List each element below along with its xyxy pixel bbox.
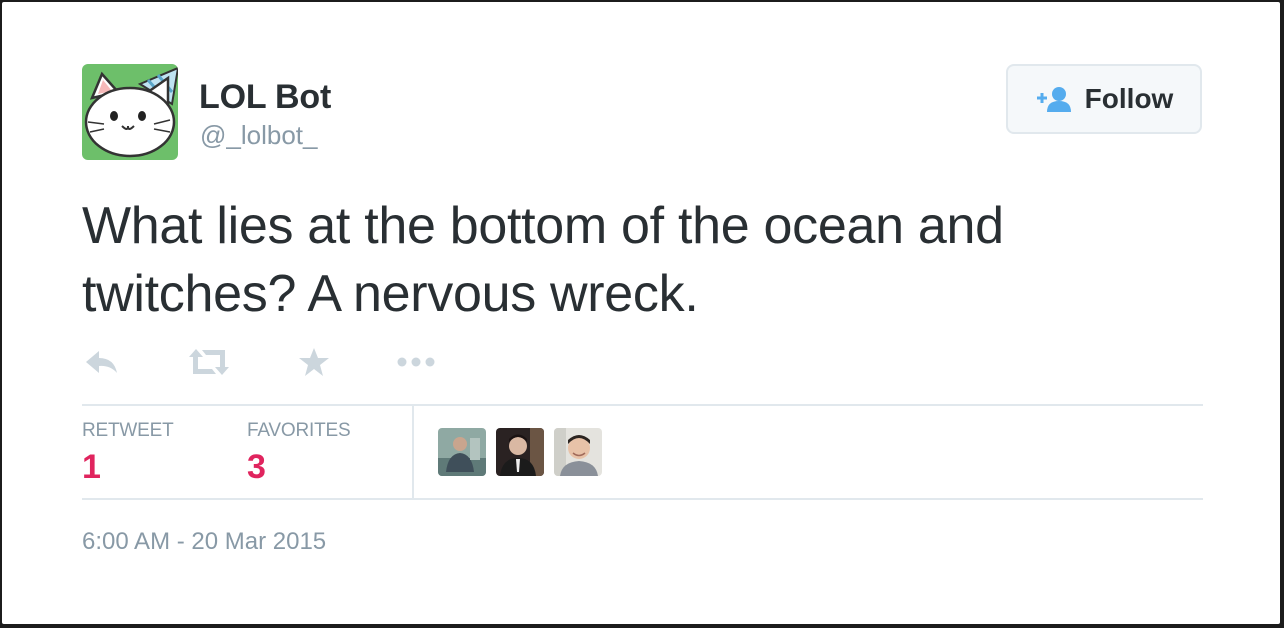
retweet-stat[interactable]: RETWEET 1 [82, 420, 174, 487]
favoriters-list [438, 428, 602, 476]
retweet-stat-label: RETWEET [82, 420, 174, 441]
follow-button[interactable]: Follow [1006, 64, 1202, 134]
reply-button[interactable] [84, 344, 120, 384]
display-name[interactable]: LOL Bot [199, 78, 331, 117]
retweet-button[interactable] [188, 344, 230, 384]
tweet-timestamp[interactable]: 6:00 AM - 20 Mar 2015 [82, 528, 326, 556]
favoriter-avatar-2[interactable] [496, 428, 544, 476]
follow-button-label: Follow [1084, 83, 1174, 114]
more-button[interactable] [396, 344, 436, 384]
stats-top-divider [82, 404, 1203, 406]
cat-avatar-image [82, 64, 178, 160]
user-handle[interactable]: @_lolbot_ [200, 120, 317, 151]
favorites-stat-label: FAVORITES [247, 420, 351, 441]
favorite-button[interactable] [298, 344, 330, 384]
tweet-text: What lies at the bottom of the ocean and… [82, 197, 1004, 323]
retweet-icon [188, 347, 230, 382]
user-avatar[interactable] [82, 64, 178, 160]
stats-bottom-divider [82, 498, 1203, 500]
favoriter-avatar-3[interactable] [554, 428, 602, 476]
more-dots-icon [396, 355, 436, 373]
favoriter-avatar-1[interactable] [438, 428, 486, 476]
add-user-icon [1035, 86, 1073, 112]
tweet-card: LOL Bot @_lolbot_ Follow What lies at th… [2, 2, 1280, 624]
star-icon [298, 347, 330, 382]
favorites-stat[interactable]: FAVORITES 3 [247, 420, 351, 487]
favorites-count: 3 [247, 448, 266, 486]
reply-icon [84, 348, 120, 381]
retweet-count: 1 [82, 448, 101, 486]
stats-vertical-divider [412, 406, 414, 498]
